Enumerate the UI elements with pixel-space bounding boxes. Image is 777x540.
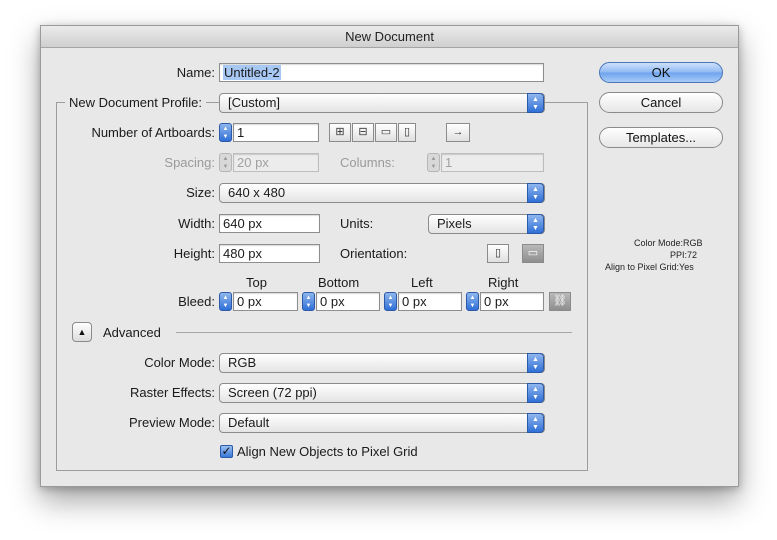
window-title: New Document (41, 26, 738, 48)
height-field[interactable]: 480 px (219, 244, 320, 263)
grid-by-row-icon[interactable]: ⊞ (329, 123, 351, 142)
color-mode-label: Color Mode: (144, 355, 215, 370)
up-down-arrows-icon: ▲ ▼ (527, 93, 544, 113)
bleed-right-field[interactable]: 0 px (480, 292, 544, 311)
templates-button[interactable]: Templates... (599, 127, 723, 148)
up-down-arrows-icon: ▲ ▼ (527, 413, 544, 433)
ok-button[interactable]: OK (599, 62, 723, 83)
up-down-arrows-icon: ▲ ▼ (527, 353, 544, 373)
profile-popup[interactable]: [Custom] ▲ ▼ (219, 93, 545, 113)
units-popup[interactable]: Pixels ▲ ▼ (428, 214, 545, 234)
size-popup[interactable]: 640 x 480 ▲ ▼ (219, 183, 545, 203)
summary-ppi: PPI:72 (670, 250, 698, 260)
bleed-right-stepper-icon[interactable]: ▲ ▼ (466, 292, 479, 311)
color-mode-popup[interactable]: RGB ▲ ▼ (219, 353, 545, 373)
height-label: Height: (173, 246, 215, 261)
disclosure-triangle-icon[interactable]: ▲ (72, 322, 92, 342)
align-pixel-grid-checkbox[interactable]: ✓ (220, 445, 233, 458)
advanced-label: Advanced (103, 325, 161, 340)
bleed-bottom-label: Bottom (318, 275, 360, 290)
up-down-arrows-icon: ▲ ▼ (527, 214, 544, 234)
preview-mode-popup[interactable]: Default ▲ ▼ (219, 413, 545, 433)
new-document-dialog: New Document Name: Untitled-2 OK Cancel … (40, 25, 739, 487)
columns-stepper-icon: ▲ ▼ (427, 153, 440, 172)
bleed-left-stepper-icon[interactable]: ▲ ▼ (384, 292, 397, 311)
cancel-button[interactable]: Cancel (599, 92, 723, 113)
units-label: Units: (340, 216, 374, 231)
profile-value: [Custom] (228, 95, 281, 110)
raster-effects-value: Screen (72 ppi) (228, 385, 317, 400)
name-label: Name: (176, 65, 215, 80)
summary-align-pixel-grid: Align to Pixel Grid:Yes (605, 262, 694, 272)
bleed-bottom-field[interactable]: 0 px (316, 292, 380, 311)
width-field[interactable]: 640 px (219, 214, 320, 233)
bleed-left-field[interactable]: 0 px (398, 292, 462, 311)
spacing-label: Spacing: (164, 155, 215, 170)
columns-field: 1 (441, 153, 544, 172)
bleed-right-label: Right (488, 275, 519, 290)
size-value: 640 x 480 (228, 185, 286, 200)
up-down-arrows-icon: ▲ ▼ (527, 183, 544, 203)
bleed-bottom-stepper-icon[interactable]: ▲ ▼ (302, 292, 315, 311)
name-field[interactable]: Untitled-2 (219, 63, 544, 82)
preview-mode-label: Preview Mode: (129, 415, 215, 430)
summary-color-mode: Color Mode:RGB (634, 238, 703, 248)
artboards-stepper-icon[interactable]: ▲ ▼ (219, 123, 232, 142)
advanced-divider (176, 332, 572, 333)
name-value: Untitled-2 (223, 65, 281, 80)
bleed-top-label: Top (246, 275, 267, 290)
bleed-left-label: Left (411, 275, 433, 290)
units-value: Pixels (437, 216, 472, 231)
portrait-icon[interactable]: ▯ (487, 244, 509, 263)
grid-by-column-icon[interactable]: ⊟ (352, 123, 374, 142)
raster-effects-popup[interactable]: Screen (72 ppi) ▲ ▼ (219, 383, 545, 403)
spacing-field: 20 px (233, 153, 319, 172)
profile-label: New Document Profile: (65, 95, 206, 110)
raster-effects-label: Raster Effects: (129, 385, 215, 400)
preview-mode-value: Default (228, 415, 270, 430)
link-icon[interactable]: ⛓ (549, 292, 571, 311)
size-label: Size: (186, 185, 215, 200)
landscape-icon[interactable]: ▭ (522, 244, 544, 263)
layout-direction-button[interactable]: → (446, 123, 470, 142)
arrange-by-row-icon[interactable]: ▭ (375, 123, 397, 142)
bleed-label: Bleed: (178, 294, 215, 309)
up-down-arrows-icon: ▲ ▼ (527, 383, 544, 403)
bleed-top-field[interactable]: 0 px (233, 292, 298, 311)
artboards-field[interactable]: 1 (233, 123, 319, 142)
color-mode-value: RGB (228, 355, 257, 370)
artboards-label: Number of Artboards: (91, 125, 215, 140)
orientation-label: Orientation: (340, 246, 408, 261)
columns-label: Columns: (340, 155, 395, 170)
width-label: Width: (178, 216, 215, 231)
align-pixel-grid-label: Align New Objects to Pixel Grid (237, 444, 418, 459)
arrange-by-column-icon[interactable]: ▯ (398, 123, 416, 142)
checkmark-icon: ✓ (221, 444, 232, 458)
spacing-stepper-icon: ▲ ▼ (219, 153, 232, 172)
bleed-top-stepper-icon[interactable]: ▲ ▼ (219, 292, 232, 311)
